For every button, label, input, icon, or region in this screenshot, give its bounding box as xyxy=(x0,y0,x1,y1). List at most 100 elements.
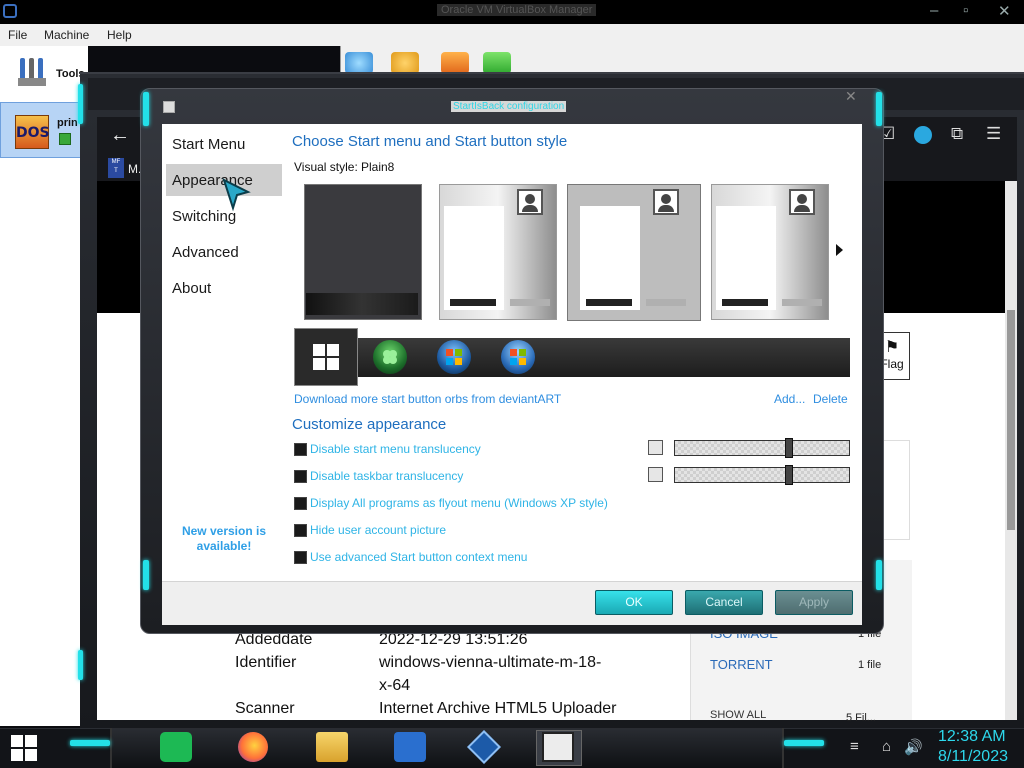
taskbar-center-panel xyxy=(110,728,784,768)
clock-time[interactable]: 12:38 AM xyxy=(938,728,1006,746)
thumbnail-search-box xyxy=(586,299,632,306)
dialog-title: StartIsBack configuration xyxy=(451,101,567,112)
cancel-button[interactable]: Cancel xyxy=(685,590,763,615)
thumbnail-power-button xyxy=(646,299,686,306)
add-orb-link[interactable]: Add... xyxy=(774,392,805,406)
menu-file[interactable]: File xyxy=(8,28,27,42)
next-styles-arrow-icon[interactable] xyxy=(836,244,843,256)
tools-item[interactable]: Tools xyxy=(0,48,88,100)
menu-machine[interactable]: Machine xyxy=(44,28,89,42)
taskbar-translucency-slider[interactable] xyxy=(674,465,850,485)
dialog-app-icon xyxy=(163,101,175,113)
download-orbs-link[interactable]: Download more start button orbs from dev… xyxy=(294,392,561,406)
volume-icon[interactable]: 🔊 xyxy=(904,738,923,756)
spotify-icon[interactable] xyxy=(160,732,192,762)
visual-style-label: Visual style: xyxy=(294,160,358,174)
frame-glow xyxy=(876,92,882,126)
windows-flag-icon xyxy=(510,349,526,365)
checkbox-hide-user-picture[interactable] xyxy=(294,524,307,537)
new-version-link[interactable]: New version is available! xyxy=(168,524,280,554)
start-button-icon[interactable] xyxy=(10,734,38,762)
running-state-icon xyxy=(59,133,71,145)
windows-logo-icon xyxy=(313,344,339,370)
maximize-icon[interactable]: ▫ xyxy=(963,2,968,19)
settings-gear-icon[interactable] xyxy=(391,52,419,74)
nav-about[interactable]: About xyxy=(172,280,211,297)
orb-windows7[interactable] xyxy=(501,340,535,374)
download-link-torrent[interactable]: TORRENT xyxy=(710,657,773,672)
windows-flag-icon xyxy=(446,349,462,365)
thumbnail-power-button xyxy=(782,299,822,306)
orb-vista[interactable] xyxy=(437,340,471,374)
thumbnail-power-button xyxy=(510,299,550,306)
clover-icon xyxy=(383,350,397,364)
new-vm-icon[interactable] xyxy=(345,52,373,74)
checkbox-flyout-all-programs[interactable] xyxy=(294,497,307,510)
user-picture-icon xyxy=(789,189,815,215)
show-all-link[interactable]: SHOW ALL xyxy=(710,709,766,721)
option-label[interactable]: Hide user account picture xyxy=(310,523,446,537)
mouse-cursor-icon xyxy=(222,178,251,212)
menu-help[interactable]: Help xyxy=(107,28,132,42)
site-favicon: MF T xyxy=(108,158,124,178)
dialog-close-icon[interactable]: ✕ xyxy=(845,88,857,105)
checkbox-disable-start-menu-translucency[interactable] xyxy=(294,443,307,456)
download-count: 1 file xyxy=(858,659,882,671)
back-arrow-icon[interactable]: ← xyxy=(110,124,130,147)
slider-thumb[interactable] xyxy=(785,438,793,458)
slider-thumb[interactable] xyxy=(785,465,793,485)
user-picture-icon xyxy=(517,189,543,215)
notifications-icon[interactable]: ≡ xyxy=(850,738,859,755)
option-label[interactable]: Use advanced Start button context menu xyxy=(310,550,527,564)
taskbar-color-swatch[interactable] xyxy=(648,467,663,482)
scrollbar-thumb[interactable] xyxy=(1007,310,1015,530)
nav-start-menu[interactable]: Start Menu xyxy=(172,136,245,153)
visual-style-value: Plain8 xyxy=(361,160,395,174)
account-icon[interactable] xyxy=(914,126,932,144)
taskbar-glow xyxy=(784,740,824,746)
section-heading: Choose Start menu and Start button style xyxy=(292,133,568,150)
tools-icon xyxy=(18,58,46,86)
vbox-toolbar xyxy=(340,46,1024,74)
virtualbox-icon xyxy=(3,4,17,18)
delete-orb-link[interactable]: Delete xyxy=(813,392,848,406)
option-label[interactable]: Disable start menu translucency xyxy=(310,442,481,456)
taskbar-glow xyxy=(70,740,110,746)
thumbnail-menu-panel xyxy=(716,206,776,310)
hamburger-menu-icon[interactable]: ☰ xyxy=(986,124,1001,144)
start-menu-color-swatch[interactable] xyxy=(648,440,663,455)
thumbnail-search-box xyxy=(450,299,496,306)
notepad-icon[interactable] xyxy=(542,732,574,762)
nav-advanced[interactable]: Advanced xyxy=(172,244,239,261)
weather-icon[interactable] xyxy=(394,732,426,762)
dos-os-icon: DOS xyxy=(15,115,50,149)
apply-button[interactable]: Apply xyxy=(775,590,853,615)
start-menu-translucency-slider[interactable] xyxy=(674,438,850,458)
frame-glow xyxy=(78,84,83,124)
orb-clover[interactable] xyxy=(373,340,407,374)
meta-value: Internet Archive HTML5 Uploader xyxy=(379,700,617,717)
network-icon[interactable]: ⌂ xyxy=(882,738,891,755)
start-arrow-icon[interactable] xyxy=(483,52,511,74)
option-label[interactable]: Disable taskbar translucency xyxy=(310,469,463,483)
customize-heading: Customize appearance xyxy=(292,416,447,433)
close-icon[interactable]: ✕ xyxy=(998,2,1011,20)
extensions-icon[interactable]: ⧉ xyxy=(951,124,963,144)
thumbnail-search-box xyxy=(722,299,768,306)
thumbnail-menu-panel xyxy=(580,206,640,310)
minimize-icon[interactable]: – xyxy=(930,2,938,19)
vm-list-item[interactable]: DOS prin xyxy=(0,102,88,158)
meta-value-continued: x-64 xyxy=(379,677,411,694)
vbox-menubar: File Machine Help xyxy=(0,24,1024,46)
clock-date[interactable]: 8/11/2023 xyxy=(938,748,1008,766)
option-label[interactable]: Display All programs as flyout menu (Win… xyxy=(310,496,608,510)
discard-arrow-icon[interactable] xyxy=(441,52,469,74)
firefox-icon[interactable] xyxy=(238,732,268,762)
ok-button[interactable]: OK xyxy=(595,590,673,615)
meta-key: Identifier xyxy=(235,654,297,671)
file-explorer-icon[interactable] xyxy=(316,732,348,762)
checkbox-advanced-context-menu[interactable] xyxy=(294,551,307,564)
checkbox-disable-taskbar-translucency[interactable] xyxy=(294,470,307,483)
frame-glow xyxy=(78,650,83,680)
style-thumbnail-taskbar xyxy=(306,293,418,315)
